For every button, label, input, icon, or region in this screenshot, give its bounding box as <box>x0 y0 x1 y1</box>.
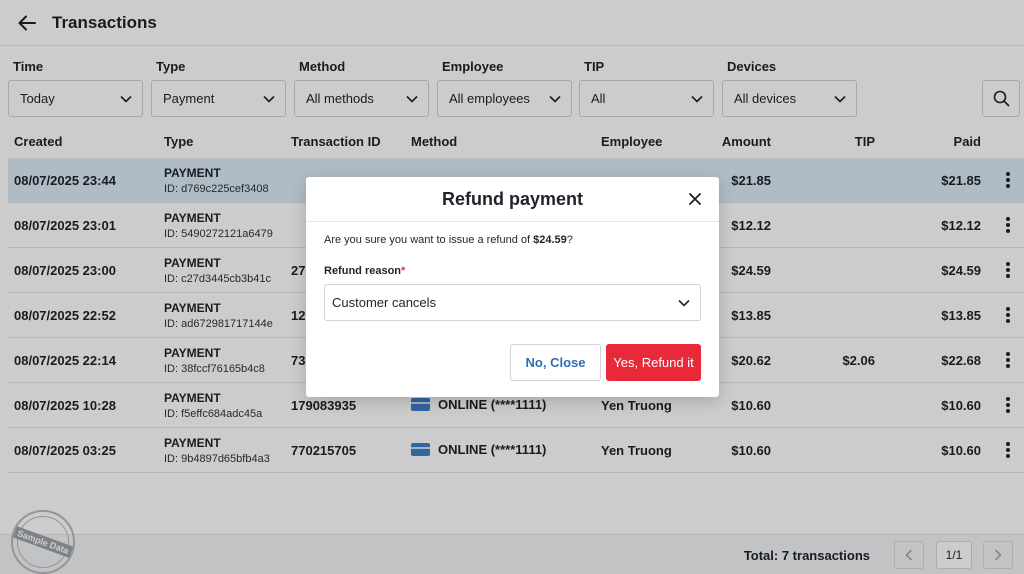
cancel-button[interactable]: No, Close <box>510 344 601 381</box>
reason-value: Customer cancels <box>332 295 437 310</box>
required-asterisk: * <box>401 265 406 277</box>
refund-confirmation-text: Are you sure you want to issue a refund … <box>324 234 573 246</box>
question-suffix: ? <box>566 234 573 246</box>
dialog-title: Refund payment <box>441 189 583 209</box>
close-button[interactable] <box>687 191 703 207</box>
confirm-refund-button[interactable]: Yes, Refund it <box>606 344 701 381</box>
refund-amount: $24.59 <box>533 234 567 246</box>
question-prefix: Are you sure you want to issue a refund … <box>324 234 534 246</box>
close-icon <box>689 193 701 205</box>
refund-reason-label: Refund reason* <box>324 265 405 277</box>
reason-label-text: Refund reason <box>324 265 402 277</box>
chevron-down-icon <box>678 299 690 307</box>
dialog-header: Refund payment <box>306 177 719 222</box>
refund-dialog: Refund payment Are you sure you want to … <box>306 177 719 397</box>
refund-reason-select[interactable]: Customer cancels <box>324 284 701 321</box>
